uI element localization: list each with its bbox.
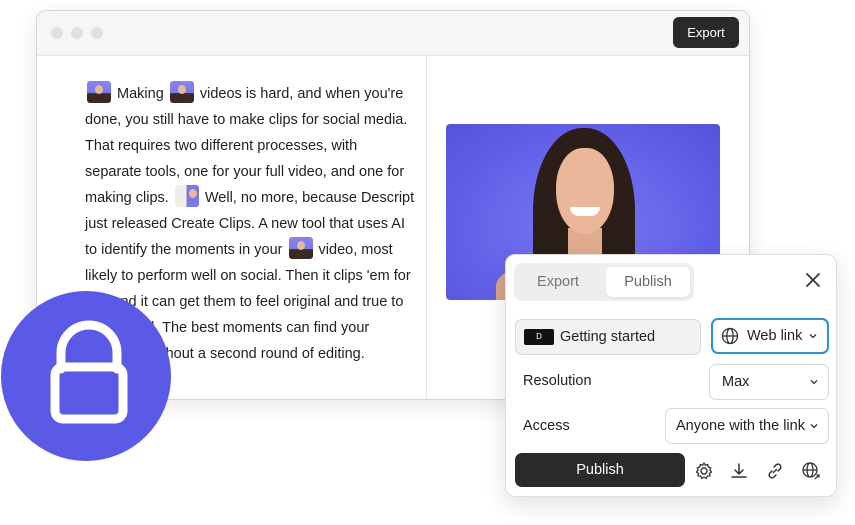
tab-publish[interactable]: Publish: [606, 267, 690, 297]
window-close-dot[interactable]: [51, 27, 63, 39]
lock-icon: [50, 320, 128, 424]
close-icon[interactable]: [804, 271, 822, 289]
chevron-down-icon: [810, 380, 818, 385]
presenter-smile: [570, 207, 600, 216]
window-zoom-dot[interactable]: [91, 27, 103, 39]
scene-thumbnail[interactable]: [169, 81, 194, 103]
download-icon[interactable]: [729, 461, 749, 481]
pane-divider: [426, 56, 427, 399]
project-name: Getting started: [560, 329, 656, 345]
export-publish-toggle: Export Publish: [514, 263, 694, 301]
access-select[interactable]: Anyone with the link: [665, 408, 829, 444]
project-field[interactable]: D Getting started: [515, 319, 701, 355]
publish-panel: Export Publish D Getting started Web lin…: [505, 254, 837, 497]
title-bar: Export: [37, 11, 749, 56]
export-button[interactable]: Export: [673, 17, 739, 48]
window-minimize-dot[interactable]: [71, 27, 83, 39]
destination-select[interactable]: Web link: [711, 318, 829, 354]
script-word-run[interactable]: Making: [113, 86, 168, 102]
access-value: Anyone with the link: [676, 418, 805, 434]
publish-button[interactable]: Publish: [515, 453, 685, 487]
globe-share-icon[interactable]: [801, 461, 821, 481]
resolution-select[interactable]: Max: [709, 364, 829, 400]
scene-thumbnail[interactable]: [288, 237, 313, 259]
resolution-label: Resolution: [523, 373, 592, 389]
link-icon[interactable]: [765, 461, 785, 481]
gear-icon[interactable]: [694, 461, 714, 481]
tab-export[interactable]: Export: [518, 267, 598, 297]
destination-value: Web link: [747, 328, 803, 344]
project-thumbnail: D: [524, 329, 554, 345]
scene-thumbnail[interactable]: [87, 81, 111, 103]
chevron-down-icon: [809, 334, 817, 339]
resolution-value: Max: [722, 374, 750, 390]
lock-badge: [1, 291, 171, 461]
chevron-down-icon: [810, 424, 818, 429]
scene-thumbnail-doc[interactable]: [174, 185, 199, 207]
globe-icon: [721, 327, 739, 345]
presenter-face: [556, 148, 614, 234]
script-word-run[interactable]: videos is hard, and when you're done, yo…: [85, 86, 407, 206]
access-label: Access: [523, 418, 570, 434]
